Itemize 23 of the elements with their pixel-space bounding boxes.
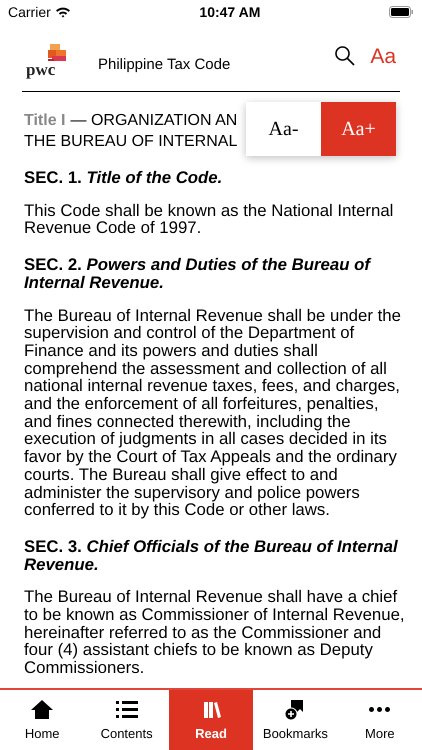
tab-bar-item[interactable]: Read [168, 690, 254, 750]
carrier-text: Carrier [8, 2, 51, 22]
house-icon [30, 698, 54, 722]
logo-squares-icon [48, 44, 66, 61]
font-size-button[interactable]: Aa [370, 46, 396, 67]
font-size-option[interactable]: Aa+ [321, 102, 396, 156]
section-body: This Code shall be known as the National Internal Revenue Code of 1997. [24, 202, 394, 238]
section-heading: SEC. 1. Title of the Code. [24, 169, 224, 187]
section-body: The Bureau of Internal Revenue shall have a chief to be known as Commissioner of Internal Revenue, hereinafter referred to as the Commissioner and four (4) assistant chiefs to be known as Deputy Commissioners. [24, 588, 406, 677]
section-body: The Bureau of Internal Revenue shall be under the supervision and control of the Department of Finance and its powers and duties shall comprehend the assessment and collection of all national internal revenue taxes, fees, and charges, and the enforcement of all forfeitures, penalties, and fines connected therewith, including the execution of judgments in all cases decided in its favor by the Court of Tax Appeals and the ordinary courts. The Bureau shall give effect to and administer the supervisory and police powers conferred to it by this Code or other laws. [24, 306, 402, 519]
logo-text: pwc [26, 61, 56, 79]
title-heading-text: THE BUREAU OF INTERNAL [24, 132, 238, 152]
section-heading: SEC. 3. Chief Officials of the Bureau of Internal Revenue. [24, 538, 399, 574]
title-label: Title I [24, 111, 66, 131]
more-icon [369, 707, 390, 712]
clock-text: 10:47 AM [199, 2, 260, 22]
battery-icon [388, 6, 414, 18]
app-title: Philippine Tax Code [98, 54, 232, 74]
wifi-icon [54, 6, 71, 18]
search-icon[interactable] [334, 45, 356, 67]
font-size-option[interactable]: Aa- [246, 102, 321, 156]
section-heading: SEC. 2. Powers and Duties of the Bureau of Internal Revenue. [24, 256, 372, 292]
title-heading-text: — ORGANIZATION AN [70, 111, 238, 131]
